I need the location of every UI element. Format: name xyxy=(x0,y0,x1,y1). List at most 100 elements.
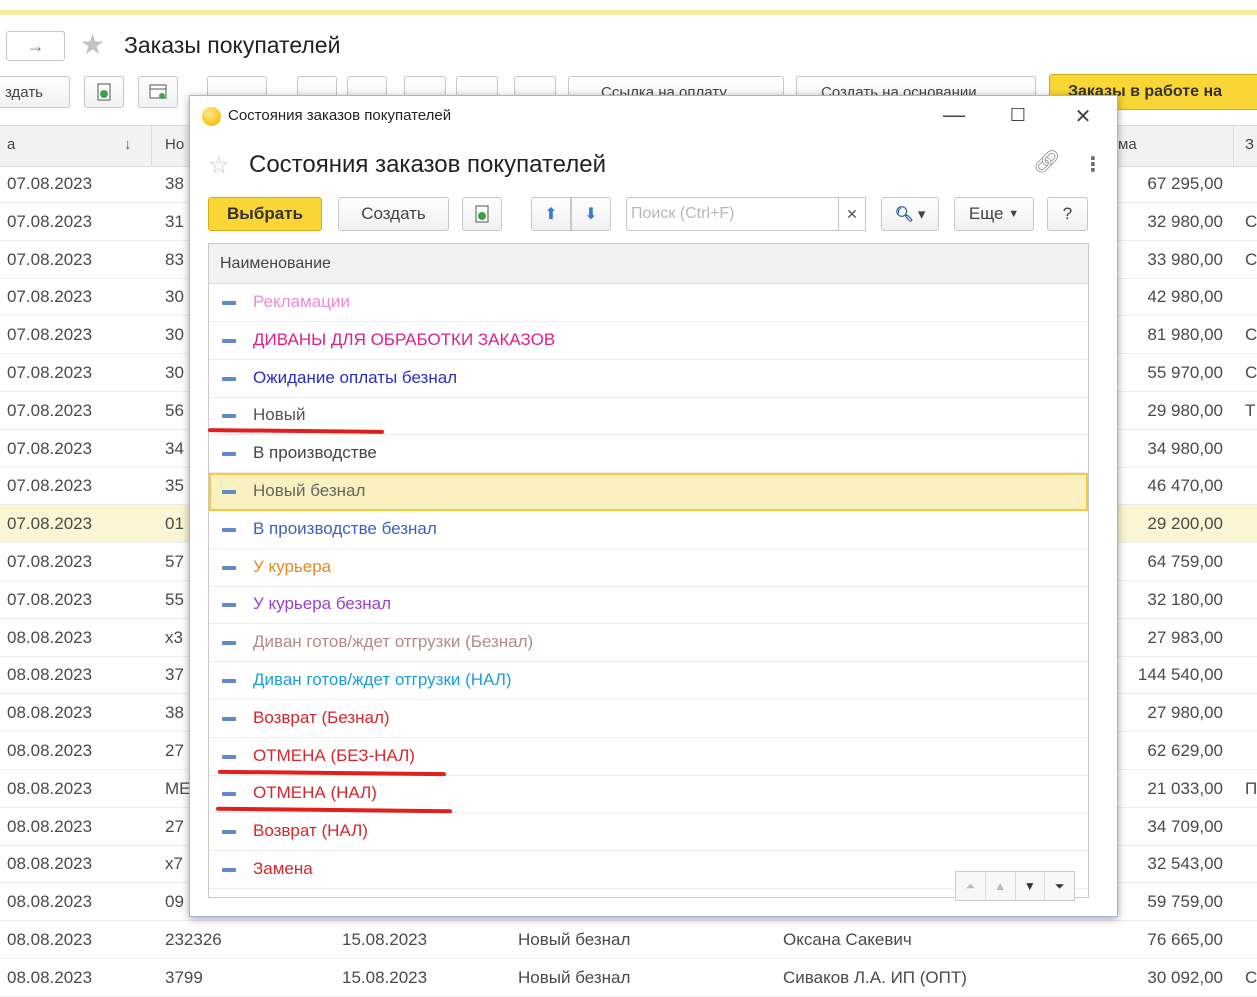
cell-date: 07.08.2023 xyxy=(7,174,93,193)
cell-number: МЕ xyxy=(165,778,191,798)
list-item[interactable]: ОТМЕНА (БЕЗ-НАЛ) xyxy=(209,738,1088,776)
list-header: Наименование xyxy=(209,244,1088,284)
table-row[interactable]: 08.08.2023 3799 15.08.2023 Новый безнал Сива… xyxy=(0,959,1257,997)
item-name: Новый xyxy=(253,405,306,425)
cell-number: 57 xyxy=(165,552,184,571)
item-marker-icon xyxy=(222,603,236,608)
cell-client: Оксана Сакевич xyxy=(783,930,912,949)
scroll-to-top-icon[interactable]: ⏶ xyxy=(956,872,986,900)
list-item[interactable]: ДИВАНЫ ДЛЯ ОБРАБОТКИ ЗАКАЗОВ xyxy=(209,322,1088,360)
cell-date: 08.08.2023 xyxy=(7,816,93,836)
cell-number: 01 xyxy=(165,514,184,534)
scroll-up-icon[interactable]: ▲ xyxy=(986,872,1016,900)
favorite-star-icon[interactable]: ☆ xyxy=(208,151,230,180)
list-item[interactable]: Диван готов/ждет отгрузки (Безнал) xyxy=(209,624,1088,663)
list-item[interactable]: Ожидание оплаты безнал xyxy=(209,360,1088,398)
cell-sum: 55 970,00 xyxy=(1147,363,1223,382)
cell-last: С xyxy=(1245,249,1257,269)
cell-sum: 144 540,00 xyxy=(1137,665,1223,685)
cell-sum: 34 709,00 xyxy=(1147,816,1223,836)
item-marker-icon xyxy=(222,679,236,683)
cell-last: С xyxy=(1245,363,1257,382)
move-up-button[interactable]: ⬆ xyxy=(531,197,571,231)
search-options-button[interactable]: 🔍︎ ▾ xyxy=(881,197,939,231)
column-header-sum[interactable]: ма xyxy=(1118,136,1137,153)
cell-date: 07.08.2023 xyxy=(7,211,93,231)
clear-search-icon[interactable]: ✕ xyxy=(838,197,866,231)
item-name: Диван готов/ждет отгрузки (НАЛ) xyxy=(253,670,512,689)
help-button[interactable]: ? xyxy=(1047,197,1088,231)
move-down-button[interactable]: ⬇ xyxy=(571,197,611,231)
item-marker-icon xyxy=(222,868,236,872)
cell-number: x3 xyxy=(165,627,183,647)
scroll-to-bottom-icon[interactable]: ⏷ xyxy=(1045,872,1074,900)
table-row[interactable]: 08.08.2023 232326 15.08.2023 Новый безнал Ок… xyxy=(0,921,1257,959)
item-name: У курьера безнал xyxy=(253,594,392,614)
create-button[interactable]: здать xyxy=(0,76,70,108)
copy-button[interactable] xyxy=(84,76,124,108)
magnifier-icon: 🔍︎ xyxy=(894,206,914,223)
cell-sum: 29 200,00 xyxy=(1147,514,1223,534)
link-icon[interactable]: 🔗︎ xyxy=(1033,149,1061,175)
scroll-down-icon[interactable]: ▼ xyxy=(1016,872,1046,900)
select-button[interactable]: Выбрать xyxy=(208,197,322,231)
list-item[interactable]: Возврат (НАЛ) xyxy=(209,813,1088,852)
sort-arrow-down-icon[interactable]: ↓ xyxy=(124,136,132,153)
cell-date: 07.08.2023 xyxy=(7,514,93,534)
minimize-icon[interactable]: — xyxy=(934,102,974,128)
cell-date: 07.08.2023 xyxy=(7,400,93,420)
cell-client: Сиваков Л.А. ИП (ОПТ) xyxy=(783,967,967,987)
list-item[interactable]: Возврат (Безнал) xyxy=(209,700,1088,738)
more-button[interactable]: Еще ▼ xyxy=(954,197,1034,231)
favorite-star-icon[interactable]: ★ xyxy=(80,28,105,61)
arrow-up-icon: ⬆ xyxy=(544,206,558,223)
cell-status: Новый безнал xyxy=(518,930,631,949)
item-marker-icon xyxy=(222,527,236,532)
cell-date: 08.08.2023 xyxy=(7,778,93,798)
search-input[interactable]: Поиск (Ctrl+F) xyxy=(626,197,866,231)
item-name: ОТМЕНА (БЕЗ-НАЛ) xyxy=(253,745,415,765)
column-header-last[interactable]: З xyxy=(1245,136,1254,153)
table-settings-button[interactable] xyxy=(138,76,178,108)
create-button[interactable]: Создать xyxy=(338,197,449,231)
cell-date: 07.08.2023 xyxy=(7,476,93,496)
cell-sum: 30 092,00 xyxy=(1147,967,1223,987)
column-header-number[interactable]: Но xyxy=(165,136,184,153)
forward-button[interactable]: → xyxy=(6,31,65,61)
item-name: Замена xyxy=(253,859,313,878)
cell-last: Т xyxy=(1245,400,1256,420)
cell-number: 55 xyxy=(165,589,184,609)
dialog-titlebar: Состояния заказов покупателей — ☐ ✕ xyxy=(190,96,1117,136)
list-item[interactable]: В производстве безнал xyxy=(209,511,1088,549)
item-name: ОТМЕНА (НАЛ) xyxy=(253,783,377,803)
cell-date: 07.08.2023 xyxy=(7,589,93,609)
cell-date: 07.08.2023 xyxy=(7,438,93,458)
arrow-right-icon: → xyxy=(26,35,45,56)
column-header-date[interactable]: а xyxy=(7,136,15,153)
list-item[interactable]: Диван готов/ждет отгрузки (НАЛ) xyxy=(209,662,1088,700)
cell-last: С xyxy=(1245,325,1257,345)
list-item[interactable]: Новый безнал xyxy=(209,473,1088,511)
cell-sum: 27 983,00 xyxy=(1147,627,1223,647)
list-item[interactable]: В производстве xyxy=(209,435,1088,474)
column-header-name[interactable]: Наименование xyxy=(220,255,331,273)
cell-date: 08.08.2023 xyxy=(7,967,93,987)
list-item[interactable]: Рекламации xyxy=(209,284,1088,322)
cell-status: Новый безнал xyxy=(518,967,631,987)
cell-number: 232326 xyxy=(165,930,222,949)
item-marker-icon xyxy=(222,716,236,721)
list-item[interactable]: У курьера xyxy=(209,549,1088,587)
more-vertical-icon[interactable]: ⋮ xyxy=(1083,152,1103,177)
cell-last: С xyxy=(1245,211,1257,231)
cell-sum: 59 759,00 xyxy=(1147,892,1223,912)
copy-button[interactable] xyxy=(462,197,502,231)
item-name: Возврат (НАЛ) xyxy=(253,821,368,841)
close-icon[interactable]: ✕ xyxy=(1063,104,1103,129)
maximize-icon[interactable]: ☐ xyxy=(998,105,1038,126)
cell-sum: 29 980,00 xyxy=(1147,400,1223,420)
list-item[interactable]: У курьера безнал xyxy=(209,586,1088,625)
document-copy-icon xyxy=(97,83,111,101)
cell-date: 08.08.2023 xyxy=(7,665,93,685)
cell-date: 07.08.2023 xyxy=(7,325,93,345)
cell-date2: 15.08.2023 xyxy=(342,967,428,987)
